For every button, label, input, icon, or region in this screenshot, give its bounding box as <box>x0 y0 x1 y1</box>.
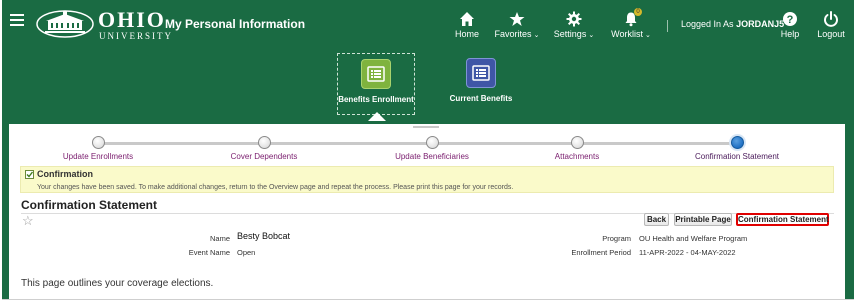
nav-home[interactable]: Home <box>452 10 482 39</box>
confirmation-message: Your changes have been saved. To make ad… <box>37 184 514 191</box>
power-icon <box>824 11 838 27</box>
panel-collapse-handle[interactable] <box>413 126 439 128</box>
nav-help-label: Help <box>780 29 800 39</box>
confirmation-statement-button[interactable]: Confirmation Statement <box>736 213 829 226</box>
page-title: Confirmation Statement <box>21 198 158 212</box>
train-step-label: Attachments <box>554 152 600 161</box>
favorite-star-icon[interactable]: ☆ <box>22 213 34 229</box>
confirmation-message-box: Confirmation Your changes have been save… <box>20 166 834 193</box>
springboard-band: Benefits Enrollment Current Benefits <box>2 44 854 124</box>
menu-icon[interactable] <box>10 14 24 26</box>
app-title: My Personal Information <box>165 17 306 31</box>
confirmation-check-icon <box>25 170 34 179</box>
selected-tile-pointer <box>368 112 386 121</box>
brand-subtitle: UNIVERSITY <box>99 31 173 41</box>
nav-home-label: Home <box>454 29 479 39</box>
gear-icon <box>566 11 582 27</box>
train-step-confirmation-statement: Confirmation Statement <box>667 136 807 161</box>
nav-logout-label: Logout <box>817 29 845 39</box>
tile-current-benefits-label: Current Benefits <box>449 94 513 103</box>
nav-favorites-label: Favorites <box>494 29 532 39</box>
star-icon <box>509 12 525 26</box>
name-value: Besty Bobcat <box>237 231 291 241</box>
panel-right-edge <box>845 124 854 299</box>
train-step-attachments[interactable]: Attachments <box>507 136 647 161</box>
coverage-outline-text: This page outlines your coverage electio… <box>21 278 214 289</box>
worklist-count-badge: 0 <box>634 8 642 16</box>
bottom-divider <box>2 299 854 300</box>
program-value: OU Health and Welfare Program <box>639 234 748 243</box>
train-step-update-beneficiaries[interactable]: Update Beneficiaries <box>362 136 502 161</box>
nav-settings-label: Settings <box>553 29 587 39</box>
chevron-down-icon: ⌄ <box>533 32 540 39</box>
train-step-marker <box>570 136 584 149</box>
panel-left-edge <box>2 124 9 299</box>
train-step-marker <box>425 136 439 149</box>
enrollment-form-icon <box>361 59 391 89</box>
event-name-value: Open <box>237 248 256 257</box>
back-button[interactable]: Back <box>644 213 669 226</box>
train-step-cover-dependents[interactable]: Cover Dependents <box>194 136 334 161</box>
event-name-label: Event Name <box>188 248 230 257</box>
train-step-label: Cover Dependents <box>230 152 298 161</box>
enrollment-period-value: 11-APR-2022 - 04-MAY-2022 <box>639 248 736 257</box>
app-frame: OHIO UNIVERSITY My Personal Information … <box>0 0 862 306</box>
program-label: Program <box>602 234 631 243</box>
nav-divider <box>667 20 668 32</box>
nav-help[interactable]: ? Help <box>776 10 804 39</box>
train-step-marker <box>257 136 271 149</box>
logged-in-prefix: Logged In As <box>681 19 734 29</box>
help-icon: ? <box>783 12 797 26</box>
train-step-marker <box>91 136 105 149</box>
chevron-down-icon: ⌄ <box>644 32 651 39</box>
nav-worklist[interactable]: 0 Worklist ⌄ <box>609 8 653 39</box>
brand-wordmark: OHIO <box>98 7 166 32</box>
printable-page-button[interactable]: Printable Page <box>674 213 732 226</box>
nav-logout[interactable]: Logout <box>814 10 848 39</box>
nav-settings[interactable]: Settings ⌄ <box>553 10 595 39</box>
tile-current-benefits[interactable]: Current Benefits <box>442 53 520 115</box>
confirmation-title: Confirmation <box>37 169 93 179</box>
tile-benefits-enrollment-label: Benefits Enrollment <box>338 95 414 104</box>
name-label: Name <box>209 234 230 243</box>
enrollment-period-label: Enrollment Period <box>571 248 631 257</box>
nav-worklist-label: Worklist <box>611 29 643 39</box>
home-icon <box>460 12 474 26</box>
logged-in-status: Logged In As JORDANJ5 <box>681 19 784 29</box>
global-header: OHIO UNIVERSITY My Personal Information … <box>2 0 854 44</box>
train-step-update-enrollments[interactable]: Update Enrollments <box>28 136 168 161</box>
train-step-label: Update Enrollments <box>62 152 134 161</box>
university-seal-logo <box>36 10 94 38</box>
nav-favorites[interactable]: Favorites ⌄ <box>494 10 540 39</box>
chevron-down-icon: ⌄ <box>588 32 595 39</box>
train-step-label: Confirmation Statement <box>694 152 780 161</box>
svg-text:?: ? <box>787 14 794 26</box>
train-step-marker-current <box>730 136 744 149</box>
tile-benefits-enrollment[interactable]: Benefits Enrollment <box>337 53 415 115</box>
benefits-list-icon <box>466 58 496 88</box>
train-step-label: Update Beneficiaries <box>395 152 469 161</box>
